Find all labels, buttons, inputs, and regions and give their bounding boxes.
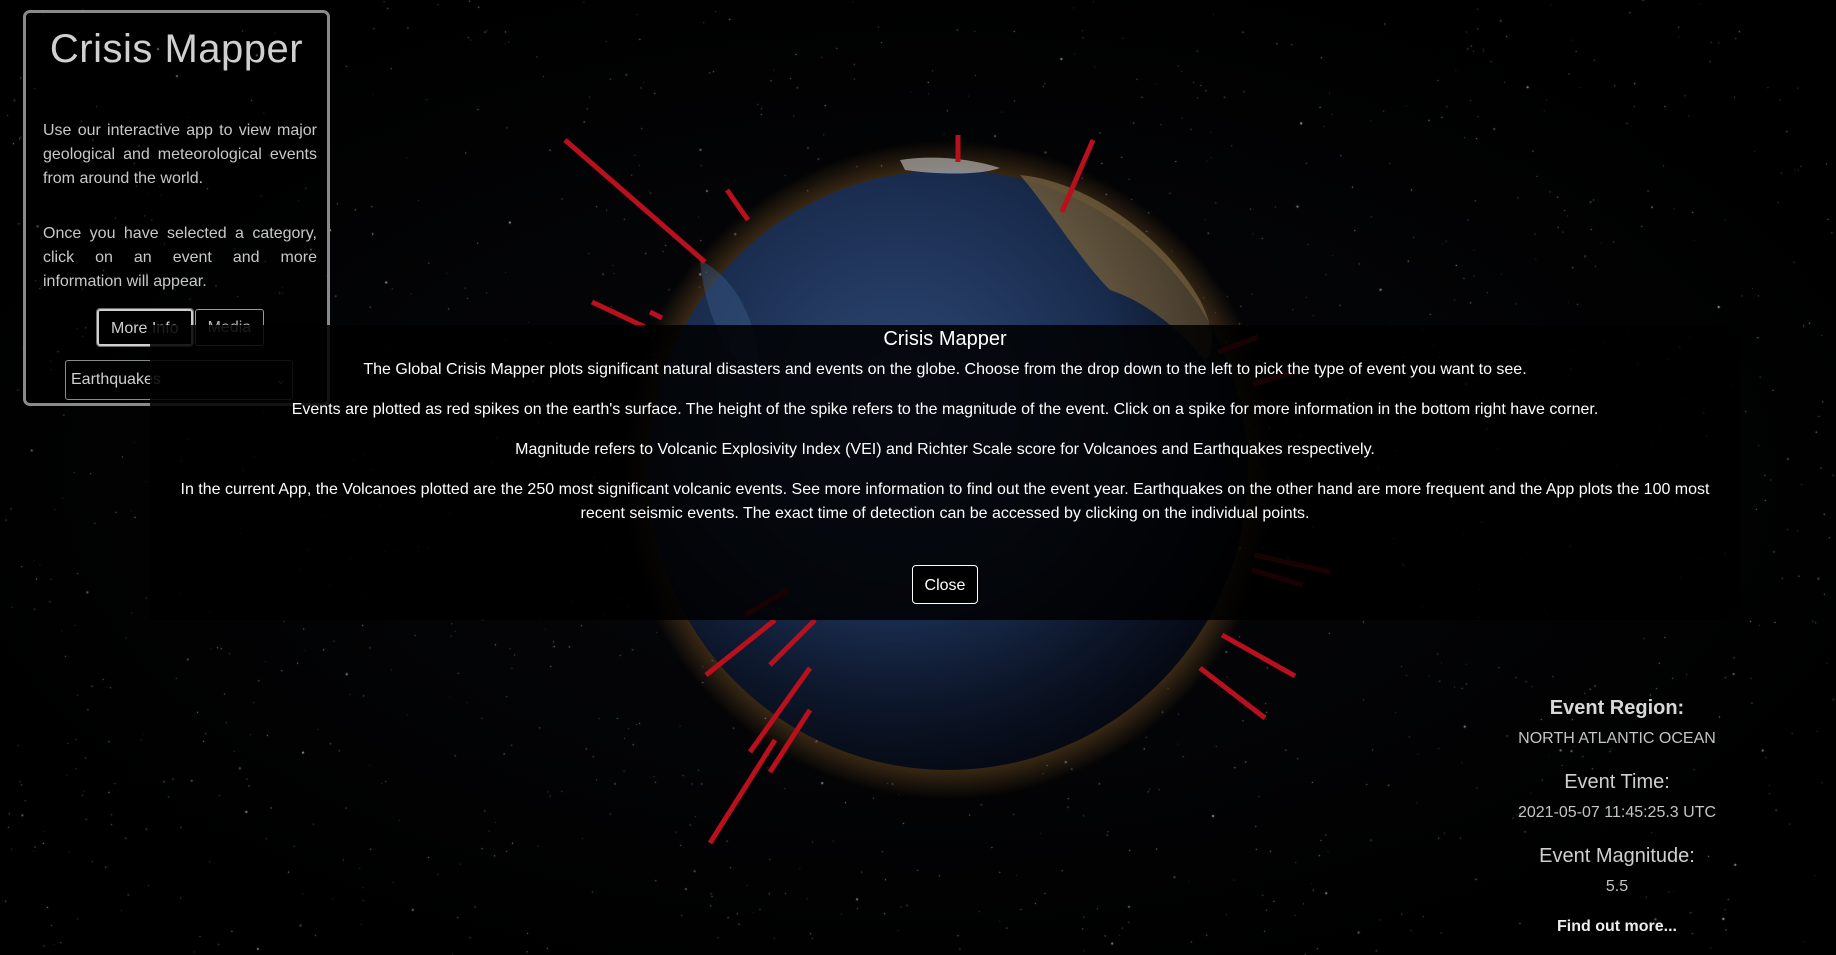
event-spike[interactable] xyxy=(590,299,647,330)
event-magnitude-label: Event Magnitude: xyxy=(1539,845,1695,867)
modal-paragraph: The Global Crisis Mapper plots significa… xyxy=(363,361,1527,378)
modal-paragraph: Events are plotted as red spikes on the … xyxy=(291,401,1599,418)
category-select-value: Earthquakes xyxy=(71,371,161,388)
event-time-value: 2021-05-07 11:45:25.3 UTC xyxy=(1517,804,1717,821)
event-region-label: Event Region: xyxy=(1549,697,1685,719)
close-button[interactable]: Close xyxy=(912,565,978,604)
modal-title: Crisis Mapper xyxy=(883,328,1007,350)
event-time-label: Event Time: xyxy=(1564,771,1670,793)
event-info-panel: Event Region: NORTH ATLANTIC OCEAN Event… xyxy=(1470,695,1764,937)
event-spike[interactable] xyxy=(1220,632,1297,679)
event-region-value: NORTH ATLANTIC OCEAN xyxy=(1518,730,1716,747)
event-magnitude-value: 5.5 xyxy=(1605,878,1629,895)
modal-paragraph: In the current App, the Volcanoes plotte… xyxy=(180,481,1710,522)
event-spike[interactable] xyxy=(563,138,707,264)
event-spike[interactable] xyxy=(1198,666,1267,720)
intro-text: Use our interactive app to view major ge… xyxy=(43,122,317,187)
modal-paragraph: Magnitude refers to Volcanic Explosivity… xyxy=(515,441,1375,458)
instructions-text: Once you have selected a category, click… xyxy=(43,225,317,290)
app-title: Crisis Mapper xyxy=(49,27,304,71)
info-modal: Crisis Mapper The Global Crisis Mapper p… xyxy=(150,325,1740,620)
find-out-more-link[interactable]: Find out more... xyxy=(1470,917,1764,937)
event-spike[interactable] xyxy=(707,738,778,845)
event-spike[interactable] xyxy=(724,188,751,222)
